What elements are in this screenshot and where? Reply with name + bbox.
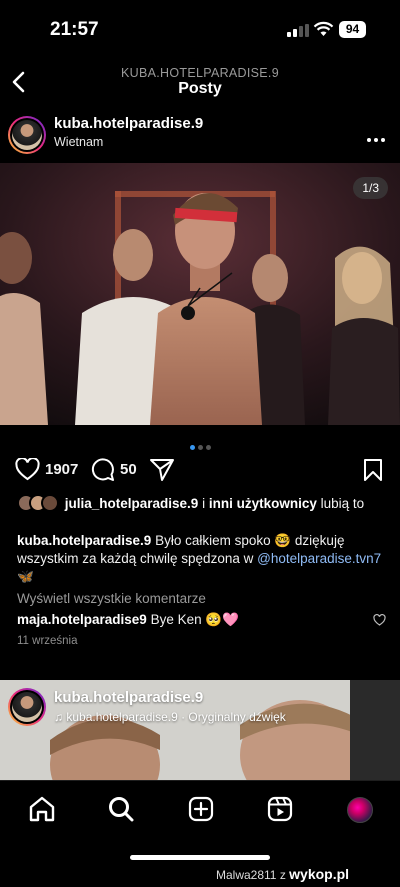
next-post-preview[interactable]: kuba.hotelparadise.9 ♫ kuba.hotelparadis…	[0, 680, 400, 780]
caption-username[interactable]: kuba.hotelparadise.9	[17, 533, 151, 548]
top-comment: maja.hotelparadise9 Bye Ken 🥺🩷	[17, 612, 239, 628]
profile-avatar[interactable]	[347, 797, 373, 823]
comment-text: Bye Ken 🥺🩷	[150, 612, 239, 627]
likes-count[interactable]: 1907	[45, 461, 78, 478]
liker-avatars	[17, 494, 61, 512]
next-post-audio[interactable]: ♫ kuba.hotelparadise.9 · Oryginalny dźwi…	[54, 710, 286, 724]
more-options-icon[interactable]	[367, 129, 389, 142]
post-actions: 1907 50	[0, 455, 400, 485]
carousel-dot	[189, 445, 195, 450]
caption-mention[interactable]: @hotelparadise.tvn7	[257, 551, 381, 566]
comment-like-heart-icon[interactable]	[373, 614, 386, 626]
post-header: kuba.hotelparadise.9 Wietnam	[0, 112, 400, 158]
wifi-icon	[313, 21, 334, 36]
battery-indicator: 94	[339, 21, 366, 38]
next-post-username[interactable]: kuba.hotelparadise.9	[54, 689, 203, 706]
header-username[interactable]: KUBA.HOTELPARADISE.9	[0, 66, 400, 80]
view-all-comments-link[interactable]: Wyświetl wszystkie komentarze	[17, 591, 206, 606]
share-icon[interactable]	[149, 457, 175, 482]
post-caption: kuba.hotelparadise.9 Było całkiem spoko …	[17, 532, 387, 586]
liker-username[interactable]: julia_hotelparadise.9	[65, 496, 199, 511]
posts-header: KUBA.HOTELPARADISE.9 Posty	[0, 58, 400, 106]
liked-by-connector: i	[202, 496, 206, 511]
liked-by-suffix: lubią to	[320, 496, 365, 511]
watermark-separator: z	[279, 868, 286, 882]
post-date: 11 września	[17, 635, 78, 647]
reels-icon[interactable]	[266, 795, 294, 823]
search-icon[interactable]	[107, 795, 135, 823]
home-indicator	[130, 855, 270, 860]
carousel-dot	[205, 445, 211, 450]
new-post-icon[interactable]	[187, 795, 215, 823]
author-avatar[interactable]	[8, 116, 46, 154]
carousel-dot	[197, 445, 203, 450]
status-bar: 21:57 94	[0, 0, 400, 58]
post-location[interactable]: Wietnam	[54, 135, 103, 149]
comment-username[interactable]: maja.hotelparadise9	[17, 612, 147, 627]
author-username[interactable]: kuba.hotelparadise.9	[54, 115, 203, 132]
cellular-signal-icon	[287, 24, 309, 37]
bookmark-icon[interactable]	[363, 458, 383, 482]
heart-icon[interactable]	[15, 458, 40, 481]
post-photo[interactable]: 1/3	[0, 163, 400, 425]
watermark-author: Malwa2811	[216, 868, 277, 882]
status-time: 21:57	[50, 19, 99, 40]
caption-emoji: 🦋	[17, 569, 34, 584]
carousel-indicator	[0, 437, 400, 450]
photo-counter: 1/3	[353, 177, 388, 199]
page-title: Posty	[178, 80, 222, 97]
watermark-site: wykop.pl	[289, 866, 350, 882]
comments-count[interactable]: 50	[120, 461, 137, 478]
liked-by[interactable]: julia_hotelparadise.9 i inni użytkownicy…	[17, 494, 387, 513]
comment-icon[interactable]	[90, 457, 115, 482]
home-icon[interactable]	[28, 795, 56, 823]
liked-by-others[interactable]: inni użytkownicy	[209, 496, 317, 511]
next-post-avatar[interactable]	[8, 688, 46, 726]
watermark: Malwa2811 z wykop.pl	[216, 866, 349, 882]
post-image	[0, 163, 400, 425]
music-note-icon: ♫	[54, 710, 63, 724]
audio-label: kuba.hotelparadise.9 · Oryginalny dźwięk	[66, 710, 286, 724]
